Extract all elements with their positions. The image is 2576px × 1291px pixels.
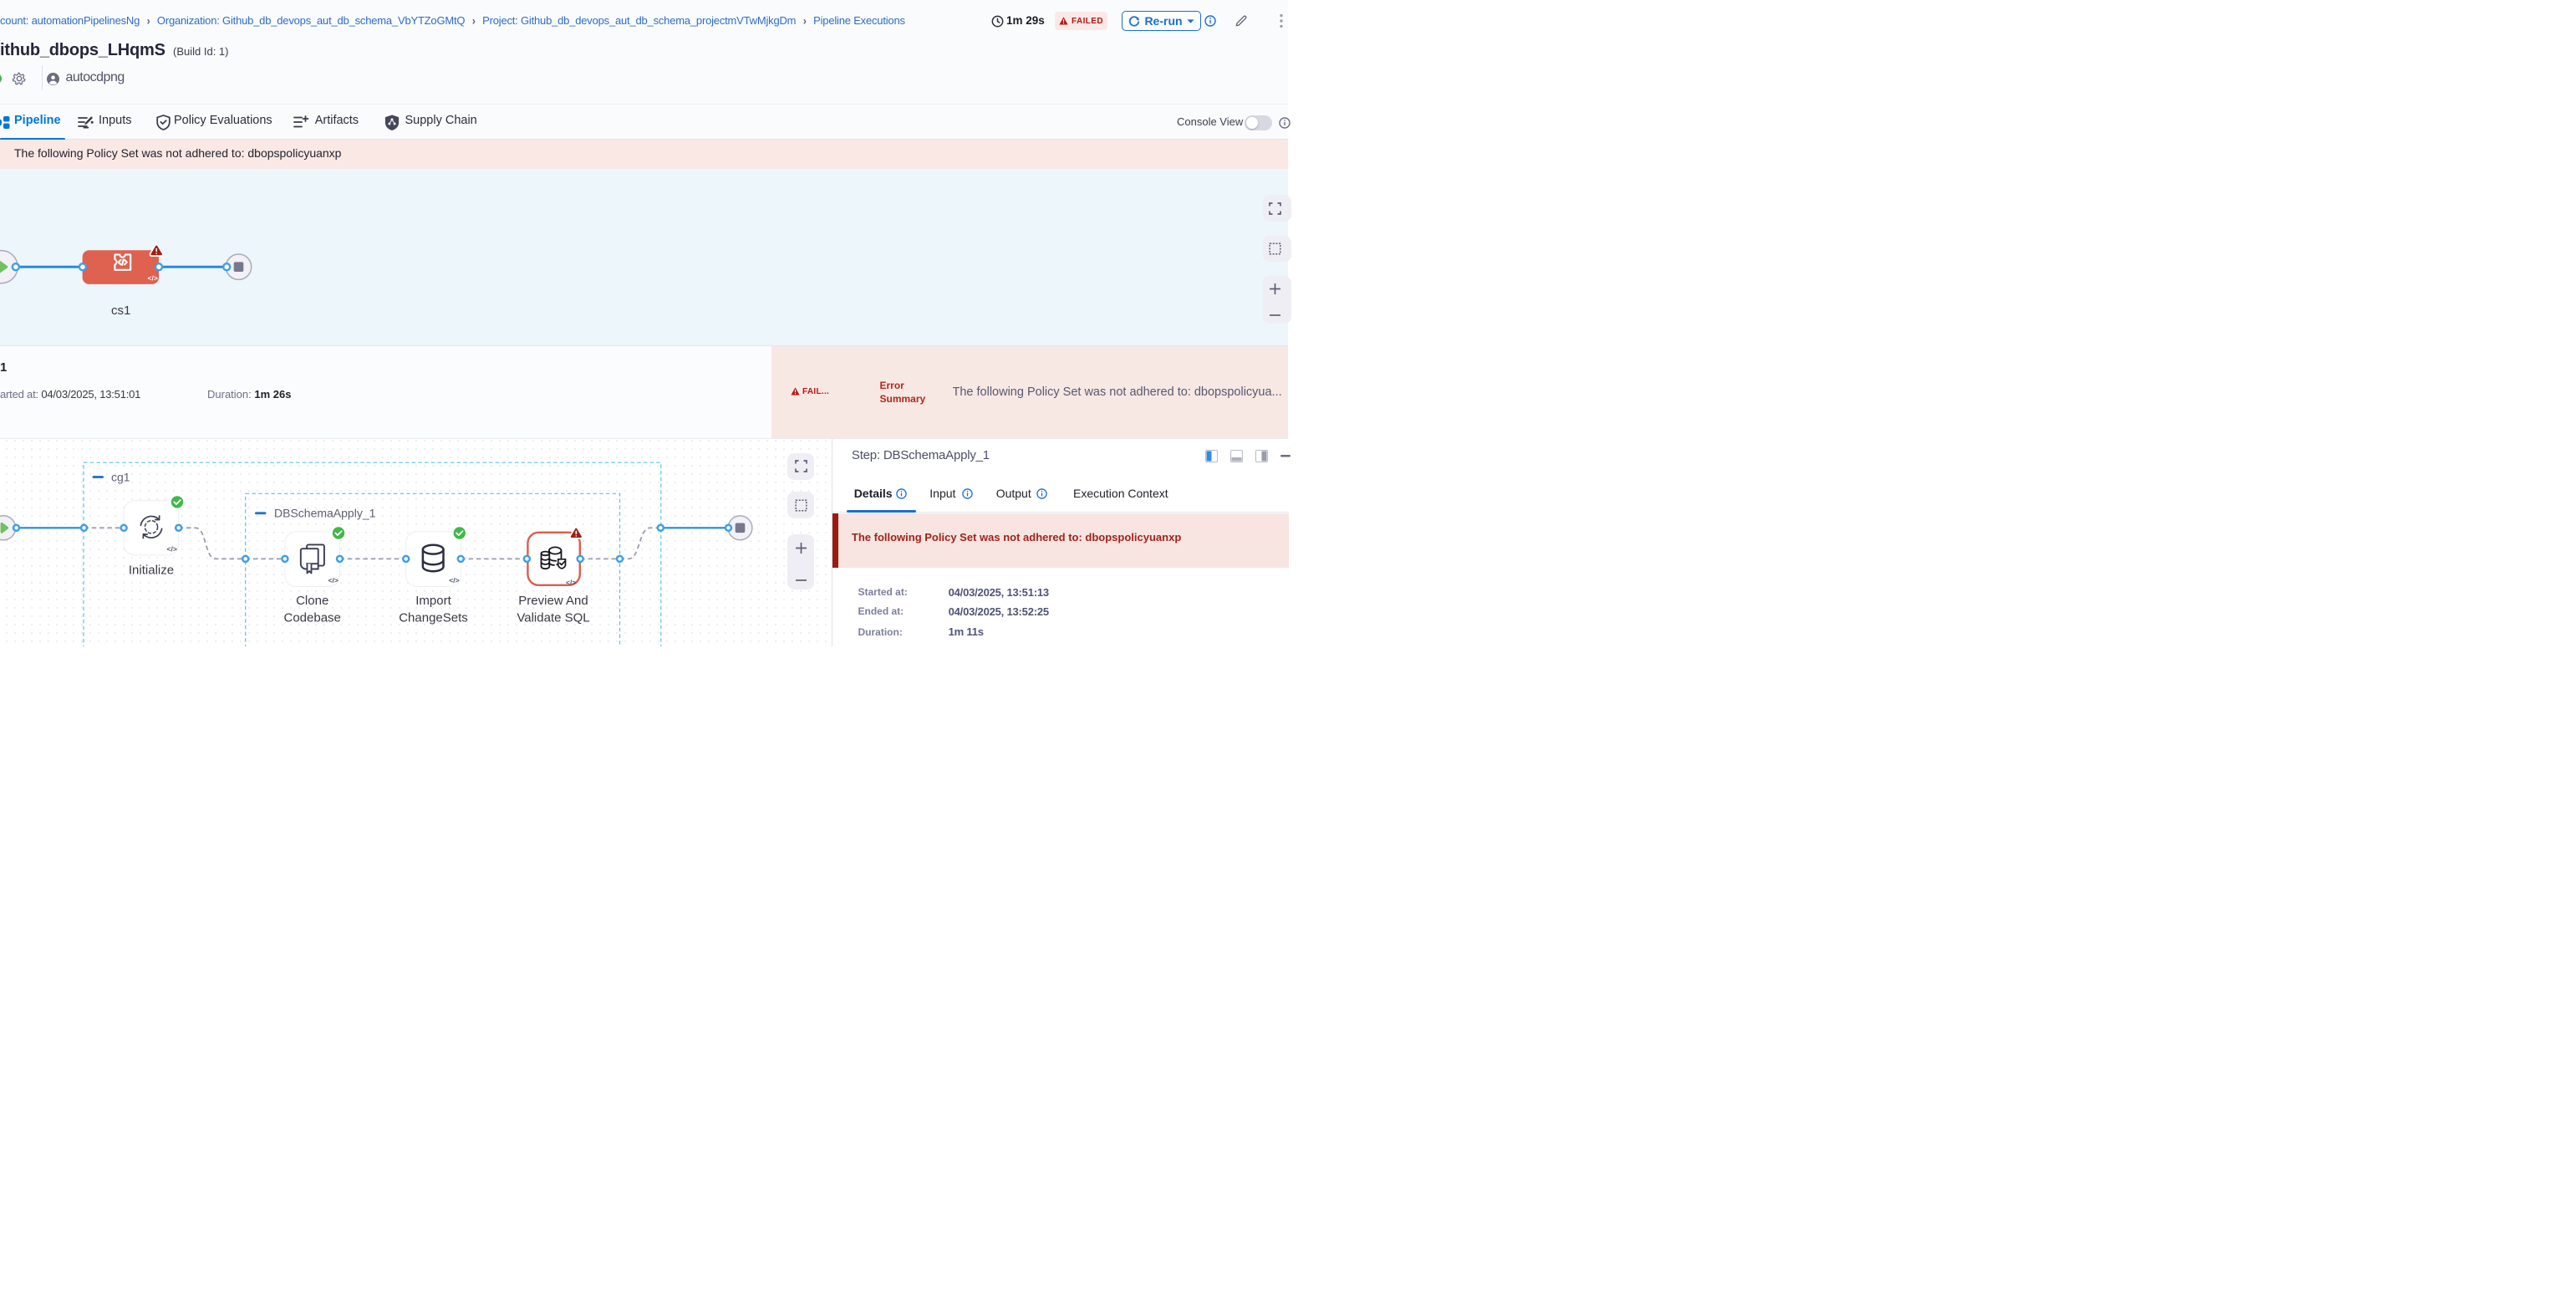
svg-text:Preview And: Preview And bbox=[518, 594, 588, 608]
svg-text:</>: </> bbox=[449, 576, 459, 584]
svg-text:cs1: cs1 bbox=[111, 304, 130, 318]
svg-text:cg1: cg1 bbox=[111, 471, 130, 484]
svg-text:Initialize: Initialize bbox=[129, 563, 174, 577]
svg-text:Import: Import bbox=[415, 594, 451, 608]
svg-text:Clone: Clone bbox=[296, 594, 328, 608]
svg-text:Validate SQL: Validate SQL bbox=[517, 611, 589, 625]
svg-text:</>: </> bbox=[167, 545, 177, 554]
svg-text:</>: </> bbox=[566, 579, 576, 587]
svg-text:ChangeSets: ChangeSets bbox=[399, 611, 468, 625]
svg-text:</>: </> bbox=[328, 576, 339, 584]
svg-text:</>: </> bbox=[148, 273, 158, 282]
svg-text:Codebase: Codebase bbox=[284, 611, 341, 625]
svg-text:DBSchemaApply_1: DBSchemaApply_1 bbox=[274, 507, 376, 520]
